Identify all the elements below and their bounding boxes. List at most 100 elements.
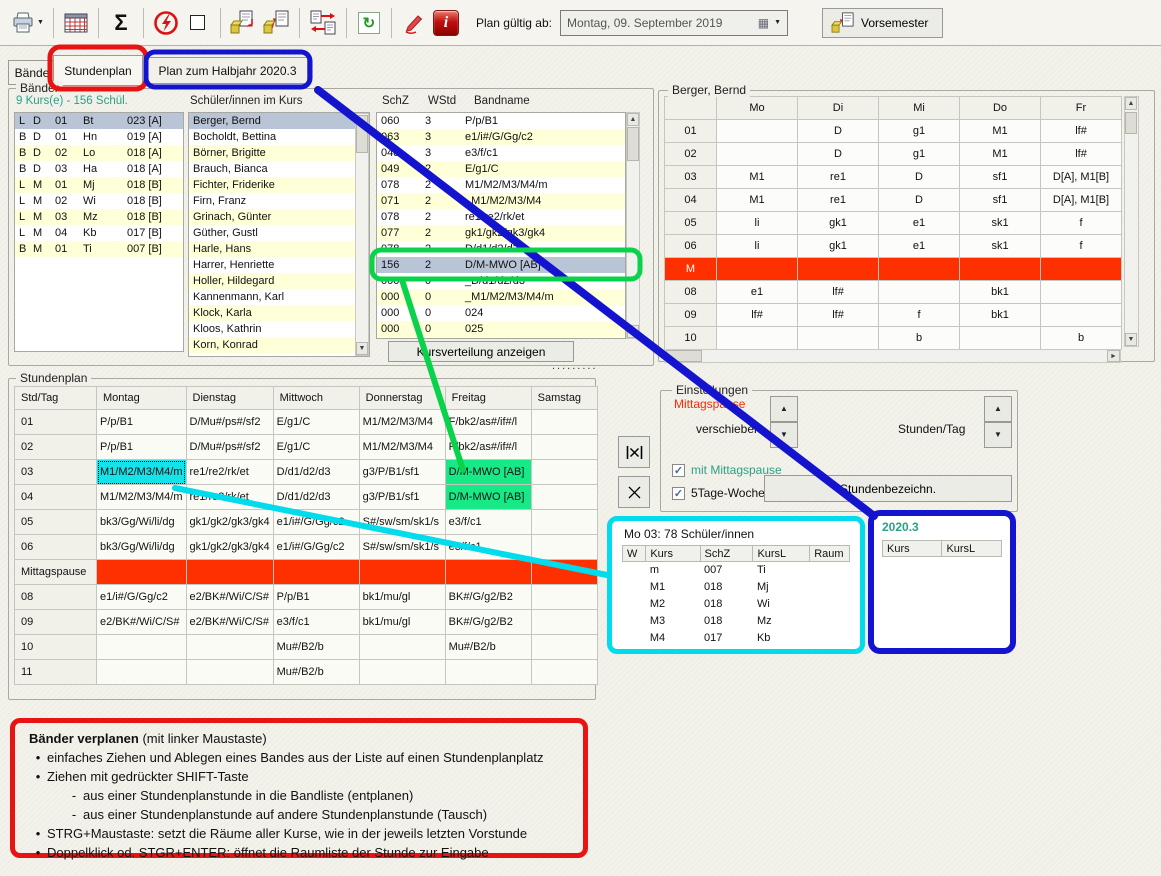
timetable-cell[interactable]: M1 <box>960 120 1041 143</box>
student-grid-vscrollbar[interactable]: ▲ ▼ <box>1124 96 1139 347</box>
band-row[interactable]: LM03Mz018 [B] <box>15 209 183 225</box>
timetable-cell[interactable]: M1/M2/M3/M4 <box>359 435 445 460</box>
kursverteilung-button[interactable]: Kursverteilung anzeigen <box>388 341 574 362</box>
plan-valid-date-field[interactable]: Montag, 09. September 2019 ▦ ▼ <box>560 10 788 36</box>
timetable-cell[interactable]: lf# <box>798 281 879 304</box>
timetable-cell[interactable]: e3/f/c1 <box>273 610 359 635</box>
timetable-cell[interactable]: e2/BK#/Wi/C/S# <box>186 585 273 610</box>
timetable-cell[interactable]: b <box>879 327 960 350</box>
timetable-cell[interactable] <box>445 560 531 585</box>
band-row[interactable]: LM04Kb017 [B] <box>15 225 183 241</box>
band-table-row[interactable]: 0772gk1/gk2/gk3/gk4 <box>377 225 625 241</box>
kurs-row[interactable]: m007Ti <box>623 562 850 579</box>
timetable-cell[interactable]: e2/BK#/Wi/C/S# <box>186 610 273 635</box>
scroll-up-button[interactable]: ▲ <box>627 113 639 126</box>
timetable-cell[interactable]: e1 <box>717 281 798 304</box>
timetable-cell[interactable]: BK#/G/g2/B2 <box>445 585 531 610</box>
timetable-cell[interactable] <box>97 660 187 685</box>
timetable-cell[interactable] <box>1041 258 1122 281</box>
timetable-cell[interactable] <box>359 560 445 585</box>
scrollbar-thumb[interactable] <box>627 127 639 161</box>
timetable-cell[interactable] <box>1041 281 1122 304</box>
timetable-cell[interactable]: Mu#/B2/b <box>273 635 359 660</box>
spin-up-button[interactable]: ▲ <box>770 396 798 422</box>
band-table-row[interactable]: 0483e3/f/c1 <box>377 145 625 161</box>
timetable-cell[interactable] <box>717 258 798 281</box>
vorsemester-button[interactable]: Vorsemester <box>822 8 943 38</box>
timetable-cell[interactable] <box>186 560 273 585</box>
timetable-cell[interactable]: g1 <box>879 143 960 166</box>
timetable-cell[interactable]: lf# <box>798 304 879 327</box>
timetable-cell[interactable] <box>531 485 597 510</box>
band-row[interactable]: LM02Wi018 [B] <box>15 193 183 209</box>
band-table-row[interactable]: 0782D/d1/d2/d3 <box>377 241 625 257</box>
timetable-cell[interactable]: D <box>879 166 960 189</box>
timetable-cell[interactable]: f <box>879 304 960 327</box>
timetable-cell[interactable]: b <box>1041 327 1122 350</box>
timetable-cell[interactable]: S#/sw/sm/sk1/s <box>359 510 445 535</box>
timetable-cell[interactable]: lf# <box>717 304 798 327</box>
spin-down-button[interactable]: ▼ <box>770 422 798 448</box>
timetable-cell[interactable] <box>359 660 445 685</box>
student-row-clipped[interactable]: Machler, Margaret <box>189 353 369 357</box>
kurs-row[interactable]: M3018Mz <box>623 613 850 630</box>
timetable-cell[interactable]: D <box>879 189 960 212</box>
band-table-row[interactable]: 0000024 <box>377 305 625 321</box>
checkbox-checked[interactable]: ✓ <box>672 487 685 500</box>
timetable-cell[interactable]: bk3/Gg/Wi/li/dg <box>97 510 187 535</box>
timetable-cell[interactable]: Mu#/B2/b <box>273 660 359 685</box>
timetable-cell[interactable]: g3/P/B1/sf1 <box>359 460 445 485</box>
student-row[interactable]: Harle, Hans <box>189 241 369 257</box>
timetable-cell[interactable] <box>97 635 187 660</box>
timetable-cell[interactable] <box>531 635 597 660</box>
timetable-cell[interactable]: e1 <box>879 235 960 258</box>
timetable-cell[interactable]: bk1/mu/gl <box>359 610 445 635</box>
timetable-cell[interactable]: D/d1/d2/d3 <box>273 460 359 485</box>
timetable-cell[interactable]: F/bk2/as#/if#/l <box>445 410 531 435</box>
band-table-scrollbar[interactable]: ▲ ▼ <box>626 112 640 339</box>
students-scrollbar[interactable]: ▼ <box>355 113 369 356</box>
timetable-cell[interactable]: M1/M2/M3/M4/m <box>97 460 187 485</box>
timetable-cell[interactable] <box>186 635 273 660</box>
timetable-cell[interactable]: lf# <box>1041 143 1122 166</box>
timetable-cell[interactable]: M1 <box>960 143 1041 166</box>
export-plan-button[interactable] <box>227 6 260 40</box>
timetable-cell[interactable]: D/M-MWO [AB] <box>445 485 531 510</box>
timetable-cell[interactable]: M1 <box>717 189 798 212</box>
timetable-cell[interactable]: re1/re2/rk/et <box>186 460 273 485</box>
timetable-cell[interactable]: D[A], M1[B] <box>1041 189 1122 212</box>
student-grid-hscrollbar[interactable]: ► <box>664 349 1121 363</box>
timetable-cell[interactable]: f <box>1041 212 1122 235</box>
timetable-cell[interactable] <box>798 258 879 281</box>
band-table-row[interactable]: 0492E/g1/C <box>377 161 625 177</box>
blank-square-button[interactable] <box>182 6 214 40</box>
timetable-cell[interactable]: D <box>798 143 879 166</box>
calendar-view-button[interactable] <box>60 6 92 40</box>
delete-button[interactable] <box>618 476 650 508</box>
timetable-cell[interactable]: D/d1/d2/d3 <box>273 485 359 510</box>
timetable-cell[interactable] <box>359 635 445 660</box>
student-row[interactable]: Bocholdt, Bettina <box>189 129 369 145</box>
timetable-cell[interactable] <box>531 585 597 610</box>
timetable-cell[interactable] <box>717 120 798 143</box>
timetable-cell[interactable]: bk1 <box>960 304 1041 327</box>
band-table-row[interactable]: 0782M1/M2/M3/M4/m <box>377 177 625 193</box>
unplan-all-button[interactable] <box>618 436 650 468</box>
scrollbar-thumb[interactable] <box>666 350 702 362</box>
timetable-cell[interactable] <box>879 258 960 281</box>
timetable-cell[interactable]: li <box>717 212 798 235</box>
refresh-button[interactable]: ↻ <box>353 6 385 40</box>
student-row[interactable]: Firn, Franz <box>189 193 369 209</box>
timetable-cell[interactable]: P/p/B1 <box>97 435 187 460</box>
timetable-cell[interactable]: gk1 <box>798 212 879 235</box>
timetable-cell[interactable] <box>531 410 597 435</box>
timetable-cell[interactable] <box>1041 304 1122 327</box>
scroll-down-button[interactable]: ▼ <box>1125 333 1137 346</box>
band-table-row[interactable]: 0000025 <box>377 321 625 337</box>
student-row[interactable]: Korn, Konrad <box>189 337 369 353</box>
timetable-cell[interactable]: S#/sw/sm/sk1/s <box>359 535 445 560</box>
timetable-cell[interactable] <box>531 610 597 635</box>
kurs-row[interactable]: M4017Kb <box>623 630 850 647</box>
timetable-cell[interactable] <box>531 460 597 485</box>
timetable-cell[interactable]: re1 <box>798 189 879 212</box>
